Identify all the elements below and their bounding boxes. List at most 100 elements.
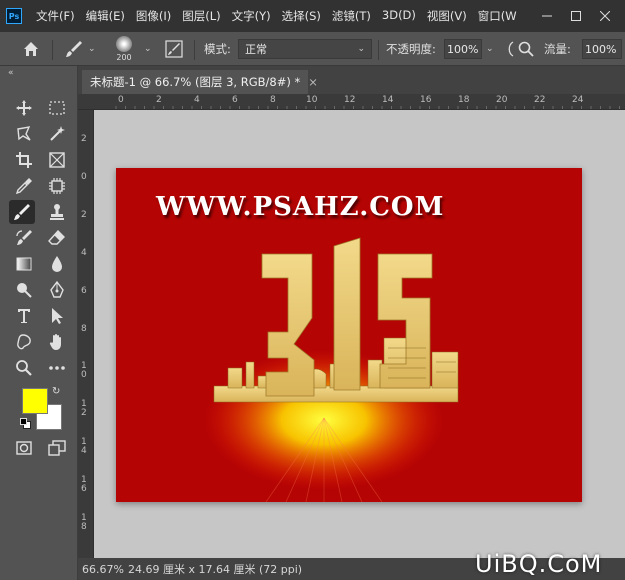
ruler-label: 1 0 xyxy=(81,361,87,380)
menu-select[interactable]: 选择(S) xyxy=(282,8,321,24)
home-button[interactable] xyxy=(22,32,40,66)
eraser-tool[interactable] xyxy=(44,226,70,250)
quick-mask-button[interactable] xyxy=(11,436,37,460)
vertical-ruler[interactable]: 2 0 2 4 6 8 1 0 1 2 1 4 1 6 1 8 xyxy=(78,110,94,558)
menu-bar: Ps 文件(F) 编辑(E) 图像(I) 图层(L) 文字(Y) 选择(S) 滤… xyxy=(0,0,625,32)
chevron-down-icon: ⌄ xyxy=(144,44,152,54)
default-colors-icon[interactable] xyxy=(20,418,32,430)
maximize-button[interactable] xyxy=(563,0,589,32)
brush-tip-preview-icon xyxy=(116,36,132,52)
chip-icon xyxy=(49,178,65,194)
divider xyxy=(378,40,379,60)
menu-type[interactable]: 文字(Y) xyxy=(232,8,271,24)
screen-mode-button[interactable] xyxy=(44,436,70,460)
blend-mode-select[interactable]: 正常 ⌄ xyxy=(238,39,372,59)
artwork-site-text: WWW.PSAHZ.COM xyxy=(156,192,445,222)
marquee-tool[interactable] xyxy=(44,96,70,120)
flow-label: 流量: xyxy=(544,42,571,56)
brush-panel-icon xyxy=(165,40,183,58)
menu-filter[interactable]: 滤镜(T) xyxy=(332,8,371,24)
ruler-label: 12 xyxy=(344,95,356,105)
zoom-level[interactable]: 66.67% xyxy=(78,563,124,576)
menu-3d[interactable]: 3D(D) xyxy=(382,8,416,24)
collapse-panel-icon[interactable]: « xyxy=(8,68,14,78)
mode-label: 模式: xyxy=(204,42,231,56)
opacity-dropdown[interactable]: ⌄ xyxy=(486,32,494,66)
menu-window[interactable]: 窗口(W xyxy=(478,8,517,24)
pressure-opacity-toggle[interactable] xyxy=(507,32,515,66)
blur-tool[interactable] xyxy=(44,252,70,276)
stamp-tool[interactable] xyxy=(44,200,70,224)
document-size-info[interactable]: 24.69 厘米 x 17.64 厘米 (72 ppi) xyxy=(124,561,302,577)
history-brush-icon xyxy=(16,230,32,245)
brush-size-picker[interactable]: 200 xyxy=(116,32,132,66)
chevron-down-icon: ⌄ xyxy=(88,44,96,54)
document-canvas[interactable]: WWW.PSAHZ.COM 315 xyxy=(116,168,582,502)
minimize-icon xyxy=(542,15,552,17)
opacity-label: 不透明度: xyxy=(386,42,436,56)
crop-tool[interactable] xyxy=(11,148,37,172)
maximize-icon xyxy=(571,11,581,21)
close-icon xyxy=(600,11,610,21)
opacity-input[interactable]: 100% xyxy=(444,39,482,59)
menu-edit[interactable]: 编辑(E) xyxy=(86,8,125,24)
menu-file[interactable]: 文件(F) xyxy=(36,8,75,24)
eraser-icon xyxy=(48,229,65,245)
gradient-tool[interactable] xyxy=(11,252,37,276)
move-tool[interactable] xyxy=(11,96,37,120)
chevron-down-icon: ⌄ xyxy=(486,44,494,54)
close-tab-icon[interactable]: × xyxy=(308,75,318,89)
canvas-workspace[interactable]: WWW.PSAHZ.COM 315 xyxy=(94,110,625,558)
frame-icon xyxy=(49,152,65,168)
dodge-tool[interactable] xyxy=(11,278,37,302)
ruler-label: 1 6 xyxy=(81,475,87,494)
dodge-icon xyxy=(17,283,32,298)
shape-tool[interactable] xyxy=(11,330,37,354)
pen-tool[interactable] xyxy=(44,278,70,302)
swap-colors-icon[interactable]: ↻ xyxy=(52,386,60,397)
photoshop-logo-icon: Ps xyxy=(6,8,22,24)
menu-layer[interactable]: 图层(L) xyxy=(182,8,220,24)
flow-input[interactable]: 100% xyxy=(582,39,622,59)
close-window-button[interactable] xyxy=(592,0,618,32)
more-tools-button[interactable] xyxy=(44,356,70,380)
divider xyxy=(194,40,195,60)
foreground-color-swatch[interactable] xyxy=(22,388,48,414)
brush-size-dropdown[interactable]: ⌄ xyxy=(144,32,152,66)
menu-image[interactable]: 图像(I) xyxy=(136,8,171,24)
clone-stamp-icon xyxy=(50,204,64,220)
ruler-label: 22 xyxy=(534,95,546,105)
eyedropper-tool[interactable] xyxy=(11,174,37,198)
minimize-button[interactable] xyxy=(534,0,560,32)
brush-icon xyxy=(14,204,30,220)
ruler-label: 8 xyxy=(270,95,276,105)
object-selection-tool[interactable] xyxy=(44,174,70,198)
rectangle-marquee-icon xyxy=(49,101,65,115)
watermark-text: UiBQ.CoM xyxy=(475,550,603,578)
ruler-label: 18 xyxy=(458,95,470,105)
ellipsis-icon xyxy=(49,366,65,370)
brush-settings-toggle[interactable] xyxy=(165,32,183,66)
ruler-label: 16 xyxy=(420,95,432,105)
magic-wand-tool[interactable] xyxy=(44,122,70,146)
ruler-label: 2 xyxy=(81,210,87,220)
magic-wand-icon xyxy=(50,126,65,141)
type-tool[interactable] xyxy=(11,304,37,328)
horizontal-ruler[interactable]: 0 2 4 6 8 10 12 14 16 18 20 22 24 xyxy=(78,94,625,110)
lasso-tool[interactable] xyxy=(11,122,37,146)
quick-mask-icon xyxy=(16,441,32,455)
tool-preset-picker[interactable]: ⌄ xyxy=(64,32,96,66)
frame-tool[interactable] xyxy=(44,148,70,172)
ruler-label: 6 xyxy=(81,286,87,296)
menu-view[interactable]: 视图(V) xyxy=(427,8,467,24)
flow-value: 100% xyxy=(585,42,617,56)
path-selection-tool[interactable] xyxy=(44,304,70,328)
zoom-tool[interactable] xyxy=(11,356,37,380)
document-tab[interactable]: 未标题-1 @ 66.7% (图层 3, RGB/8#) * × xyxy=(82,70,318,94)
hand-tool[interactable] xyxy=(44,330,70,354)
search-button[interactable] xyxy=(518,32,534,66)
ruler-label: 4 xyxy=(194,95,200,105)
brush-tool[interactable] xyxy=(9,200,35,224)
ruler-label: 4 xyxy=(81,248,87,258)
history-brush-tool[interactable] xyxy=(11,226,37,250)
